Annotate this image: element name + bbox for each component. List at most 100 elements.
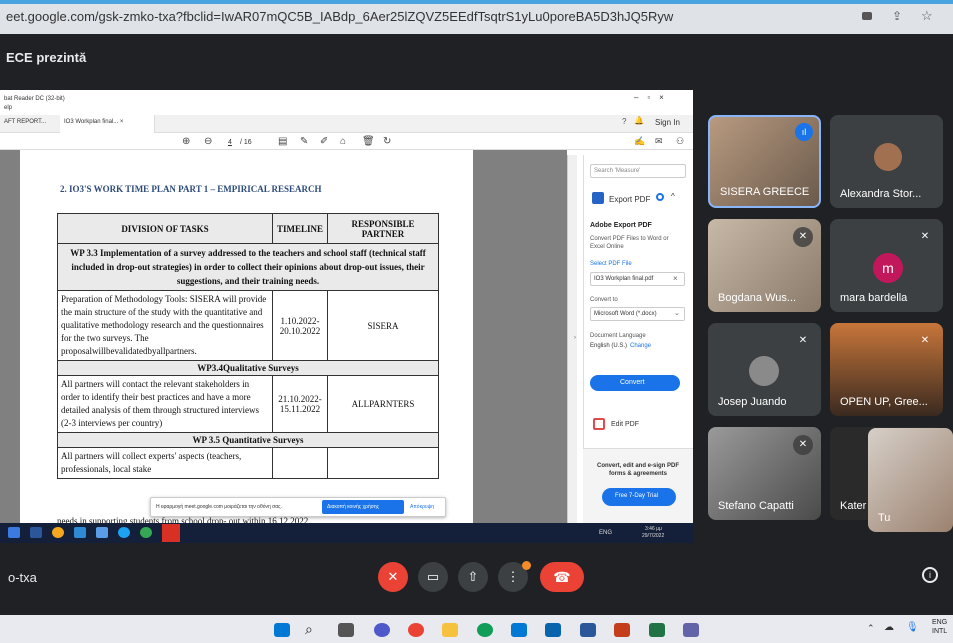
word-icon[interactable] — [8, 527, 20, 538]
quan-timeline-empty — [272, 447, 328, 479]
pdf-page: 2. IO3'S WORK TIME PLAN PART 1 – EMPIRIC… — [20, 150, 473, 523]
chat-icon[interactable] — [374, 623, 390, 637]
collapse-icon[interactable]: ^ — [671, 192, 675, 201]
edge-icon[interactable] — [477, 623, 493, 637]
mic-off-button[interactable]: ✕ — [378, 562, 408, 592]
search-icon[interactable]: ⌕ — [305, 621, 313, 638]
page-number-input[interactable]: 4 — [228, 139, 232, 146]
explorer-icon[interactable] — [74, 527, 86, 538]
page-up-icon[interactable]: ⊕ — [182, 136, 190, 147]
trash-icon[interactable]: 🗑 — [362, 136, 375, 147]
tab-draft-report[interactable]: AFT REPORT... — [4, 119, 46, 125]
speaking-icon: ıl — [795, 123, 813, 141]
stamp-icon[interactable]: ⌂ — [340, 136, 346, 147]
chevron-down-icon: ⌄ — [674, 310, 680, 317]
camera-button[interactable]: ▭ — [418, 562, 448, 592]
presentation-title: ECE prezintă — [6, 50, 87, 65]
reader-toolbar — [0, 133, 693, 150]
page-down-icon[interactable]: ⊖ — [204, 136, 212, 147]
sign-in-link[interactable]: Sign In — [655, 118, 680, 127]
qual-task: All partners will contact the relevant s… — [57, 375, 273, 433]
panel-expand-icon[interactable]: › — [574, 335, 576, 341]
camera-icon[interactable] — [862, 12, 872, 20]
prep-partner: SISERA — [327, 290, 439, 361]
tasks-table: DIVISION OF TASKS TIMELINE RESPONSIBLE P… — [57, 213, 439, 479]
pen-icon[interactable]: ✎ — [300, 136, 308, 147]
participant-name: Josep Juando — [718, 396, 787, 408]
wp33-row: WP 3.3 Implementation of a survey addres… — [57, 243, 439, 291]
mail-icon[interactable]: ✉ — [655, 136, 663, 147]
section-heading: 2. IO3'S WORK TIME PLAN PART 1 – EMPIRIC… — [60, 184, 322, 194]
hide-button[interactable]: Απόκρυψη — [410, 504, 434, 510]
cloud-icon[interactable]: ☁ — [884, 622, 894, 633]
meeting-code: o-txa — [8, 570, 37, 585]
col-timeline: TIMELINE — [272, 213, 328, 244]
menu-help[interactable]: elp — [4, 105, 12, 111]
task-view-icon[interactable] — [338, 623, 354, 637]
select-file-link[interactable]: Select PDF File — [590, 261, 632, 267]
info-icon[interactable]: i — [922, 567, 938, 583]
taskbar-lang[interactable]: ENG — [932, 619, 947, 626]
page-total: / 16 — [240, 139, 252, 146]
mic-off-icon: ✕ — [793, 435, 813, 455]
sign-icon[interactable]: ✍ — [634, 136, 645, 147]
qual-partner: ALLPARNTERS — [327, 375, 439, 433]
end-call-button[interactable]: ☎ — [540, 562, 584, 592]
powerpoint-icon[interactable] — [614, 623, 630, 637]
bell-icon[interactable]: 🔔 — [634, 116, 644, 125]
participant-name: Kater — [840, 500, 867, 512]
prep-timeline: 1.10.2022-20.10.2022 — [272, 290, 328, 361]
self-view-tile[interactable]: Tu — [868, 428, 953, 532]
mic-off-icon: ✕ — [920, 231, 930, 242]
present-button[interactable]: ⇧ — [458, 562, 488, 592]
file-explorer-icon[interactable] — [442, 623, 458, 637]
export-pdf-label[interactable]: Export PDF — [609, 195, 650, 204]
participant-tile-sisera[interactable]: ıl SISERA GREECE — [708, 115, 821, 208]
chrome-icon[interactable] — [52, 527, 64, 538]
chrome-icon-2[interactable] — [140, 527, 152, 538]
format-value: Microsoft Word (*.docx) — [594, 311, 657, 317]
word-taskbar-icon[interactable] — [580, 623, 596, 637]
comment-icon[interactable]: ▤ — [278, 136, 287, 147]
mail-taskbar-icon[interactable] — [545, 623, 561, 637]
profile-icon[interactable]: ⚇ — [676, 136, 684, 147]
share-icon[interactable]: ⇪ — [892, 9, 902, 23]
chrome-taskbar-icon[interactable] — [408, 623, 424, 637]
clear-file-icon[interactable]: × — [673, 274, 678, 283]
window-controls[interactable]: – ▫ × — [634, 93, 664, 102]
mic-tray-icon[interactable]: 🎙 — [906, 622, 919, 633]
tray-chevron-icon[interactable]: ⌃ — [867, 623, 875, 634]
rotate-icon[interactable]: ↻ — [383, 136, 391, 147]
search-placeholder: Search 'Measure' — [594, 168, 641, 174]
star-icon[interactable]: ☆ — [921, 8, 933, 24]
url-field[interactable]: eet.google.com/gsk-zmko-txa?fbclid=IwAR0… — [6, 9, 673, 24]
adobe-export-title: Adobe Export PDF — [590, 222, 652, 229]
export-radio-icon[interactable] — [656, 193, 664, 201]
promo-text: Convert, edit and e-sign PDF forms & agr… — [596, 463, 679, 477]
acrobat-icon[interactable] — [162, 524, 180, 542]
participant-tile-josep[interactable]: ✕ Josep Juando — [708, 323, 821, 416]
participant-name: SISERA GREECE — [720, 186, 810, 198]
store-icon[interactable] — [511, 623, 527, 637]
participant-name: OPEN UP, Gree... — [840, 396, 928, 408]
taskbar-lang2: INTL — [932, 628, 948, 635]
highlight-icon[interactable]: ✐ — [320, 136, 328, 147]
avatar — [874, 143, 902, 171]
avatar — [749, 356, 779, 386]
participant-tile-mara[interactable]: ✕ m mara bardella — [830, 219, 943, 312]
app-icon[interactable] — [96, 527, 108, 538]
change-language-link[interactable]: Change — [630, 343, 651, 349]
tab-io3-workplan[interactable]: IO3 Workplan final... × — [64, 119, 123, 125]
skype-icon[interactable] — [118, 527, 130, 538]
participant-tile-alexandra[interactable]: Alexandra Stor... — [830, 115, 943, 208]
edit-pdf-label[interactable]: Edit PDF — [611, 421, 639, 428]
excel-icon[interactable] — [649, 623, 665, 637]
stop-sharing-label: Διακοπή κοινής χρήσης — [327, 504, 380, 510]
participant-tile-openup[interactable]: ✕ OPEN UP, Gree... — [830, 323, 943, 416]
participant-tile-stefano[interactable]: ✕ Stefano Capatti — [708, 427, 821, 520]
teams-icon[interactable] — [683, 623, 699, 637]
participant-tile-bogdana[interactable]: ✕ Bogdana Wus... — [708, 219, 821, 312]
word-app-icon[interactable] — [30, 527, 42, 538]
start-icon[interactable] — [274, 623, 290, 637]
help-icon[interactable]: ? — [622, 117, 626, 126]
